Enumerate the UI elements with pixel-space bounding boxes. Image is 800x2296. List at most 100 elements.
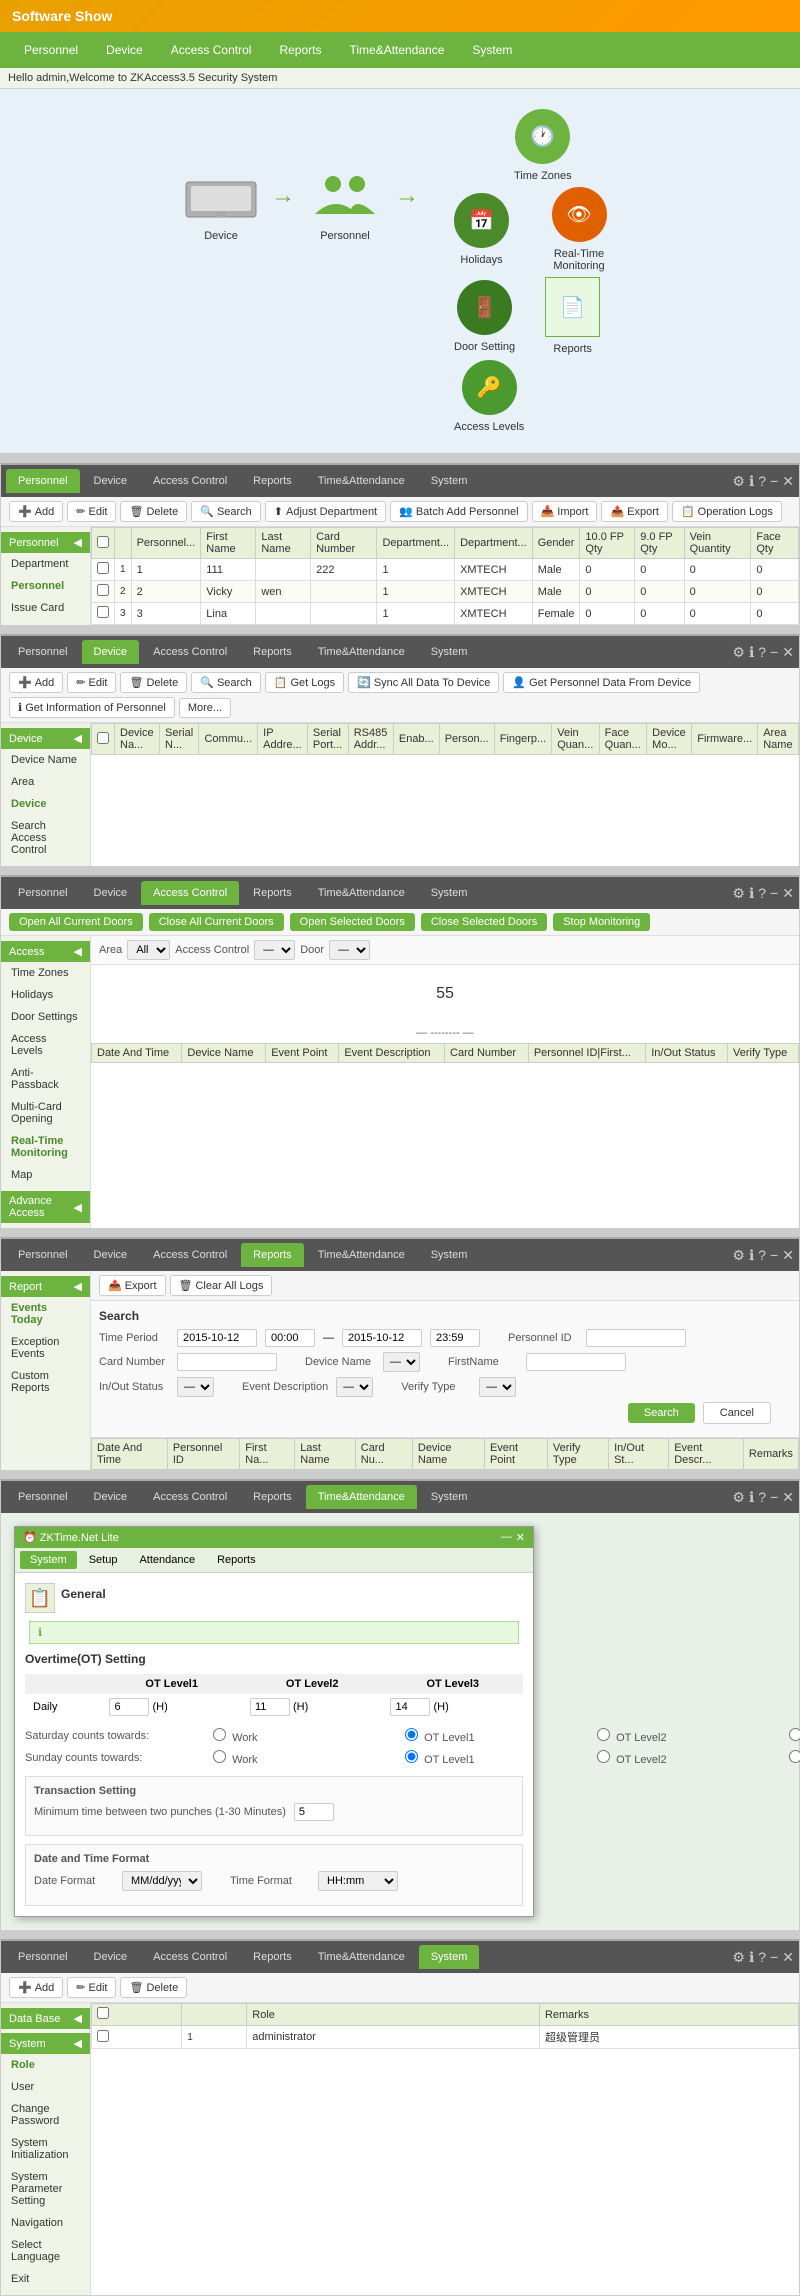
col-lastname-r[interactable]: Last Name <box>295 1439 356 1470</box>
add-btn-d[interactable]: ➕ Add <box>9 672 63 693</box>
sync-all-btn[interactable]: 🔄 Sync All Data To Device <box>348 672 499 693</box>
col-remarks-r[interactable]: Remarks <box>743 1439 798 1470</box>
col-datetime-r[interactable]: Date And Time <box>92 1439 168 1470</box>
ta-tab-setup[interactable]: Setup <box>79 1551 128 1569</box>
ta-tab-attendance[interactable]: Attendance <box>129 1551 205 1569</box>
close-icon-r[interactable]: ✕ <box>782 1247 794 1264</box>
col-enab[interactable]: Enab... <box>393 724 439 755</box>
edit-btn-p[interactable]: ✏ Edit <box>67 501 116 522</box>
expand-icon-d[interactable]: ◀ <box>74 732 82 745</box>
help-icon-p[interactable]: ? <box>758 473 766 490</box>
tab-ta-r[interactable]: Time&Attendance <box>306 1243 417 1267</box>
sidebar-item-door-settings[interactable]: Door Settings <box>1 1006 90 1028</box>
col-lastname[interactable]: Last Name <box>256 528 311 559</box>
time-to-input[interactable] <box>430 1329 480 1347</box>
edit-btn-d[interactable]: ✏ Edit <box>67 672 116 693</box>
tab-ac-ac[interactable]: Access Control <box>141 881 239 905</box>
col-firstname[interactable]: First Name <box>201 528 256 559</box>
open-all-btn[interactable]: Open All Current Doors <box>9 913 143 931</box>
row-cb-p-1[interactable] <box>97 584 109 596</box>
eventdesc-select[interactable]: — <box>336 1377 373 1397</box>
search-btn-p[interactable]: 🔍 Search <box>191 501 261 522</box>
nav-personnel[interactable]: Personnel <box>10 35 92 65</box>
ta-minimize-btn[interactable]: — <box>501 1531 512 1544</box>
get-personnel-btn[interactable]: 👤 Get Personnel Data From Device <box>503 672 700 693</box>
tab-personnel-d[interactable]: Personnel <box>6 640 80 664</box>
row-cb-sys-1[interactable] <box>97 2030 109 2042</box>
col-devmo[interactable]: Device Mo... <box>647 724 692 755</box>
select-all-cb-d[interactable] <box>97 732 109 744</box>
tab-ta-sys[interactable]: Time&Attendance <box>306 1945 417 1969</box>
tab-ta-ta[interactable]: Time&Attendance <box>306 1485 417 1509</box>
expand-database[interactable]: ◀ <box>74 2012 82 2025</box>
tab-ta-p[interactable]: Time&Attendance <box>306 469 417 493</box>
edit-btn-sys[interactable]: ✏ Edit <box>67 1977 116 1998</box>
tab-personnel-r[interactable]: Personnel <box>6 1243 80 1267</box>
col-firstname-r[interactable]: First Na... <box>240 1439 295 1470</box>
sun-ot1-radio[interactable] <box>405 1750 418 1763</box>
get-logs-btn[interactable]: 📋 Get Logs <box>265 672 344 693</box>
col-fingerp[interactable]: Fingerp... <box>494 724 551 755</box>
date-to-input[interactable] <box>342 1329 422 1347</box>
sidebar-item-access-levels[interactable]: Access Levels <box>1 1028 90 1062</box>
sidebar-item-sysparam[interactable]: System Parameter Setting <box>1 2166 90 2212</box>
settings-icon-r[interactable]: ⚙ <box>732 1247 745 1264</box>
minus-icon-ac[interactable]: − <box>770 885 778 902</box>
tab-ta-ac[interactable]: Time&Attendance <box>306 881 417 905</box>
help-icon-sys[interactable]: ? <box>758 1949 766 1966</box>
select-all-cb-sys[interactable] <box>97 2007 109 2019</box>
expand-icon[interactable]: ◀ <box>74 536 82 549</box>
tab-reports-sys[interactable]: Reports <box>241 1945 304 1969</box>
minus-icon-sys[interactable]: − <box>770 1949 778 1966</box>
info-icon-ac[interactable]: ℹ <box>749 885 754 902</box>
minus-icon-ta[interactable]: − <box>770 1489 778 1506</box>
sidebar-item-search-ac[interactable]: Search Access Control <box>1 815 90 861</box>
close-icon-p[interactable]: ✕ <box>782 473 794 490</box>
verifytype-select[interactable]: — <box>479 1377 516 1397</box>
col-eventdesc[interactable]: Event Description <box>339 1044 445 1063</box>
close-icon-ta[interactable]: ✕ <box>782 1489 794 1506</box>
tab-device-d[interactable]: Device <box>82 640 140 664</box>
tab-device-ta[interactable]: Device <box>82 1485 140 1509</box>
sidebar-item-sysinit[interactable]: System Initialization <box>1 2132 90 2166</box>
add-btn-sys[interactable]: ➕ Add <box>9 1977 63 1998</box>
search-btn-r[interactable]: Search <box>628 1403 695 1423</box>
firstname-input[interactable] <box>526 1353 626 1371</box>
col-personnelid-r[interactable]: Personnel ID <box>167 1439 239 1470</box>
col-faceq[interactable]: Face Quan... <box>599 724 647 755</box>
search-btn-d[interactable]: 🔍 Search <box>191 672 261 693</box>
ot2-daily-input[interactable] <box>250 1698 290 1716</box>
date-from-input[interactable] <box>177 1329 257 1347</box>
col-ipaddr[interactable]: IP Addre... <box>258 724 308 755</box>
select-all-cb-p[interactable] <box>97 536 109 548</box>
col-serial[interactable]: Serial N... <box>160 724 199 755</box>
ta-tab-system[interactable]: System <box>20 1551 77 1569</box>
inout-select[interactable]: — <box>177 1377 214 1397</box>
tab-system-r[interactable]: System <box>419 1243 480 1267</box>
col-serialport[interactable]: Serial Port... <box>307 724 348 755</box>
ta-tab-reports[interactable]: Reports <box>207 1551 266 1569</box>
settings-icon-d[interactable]: ⚙ <box>732 644 745 661</box>
tab-ac-r[interactable]: Access Control <box>141 1243 239 1267</box>
sidebar-item-personnel[interactable]: Personnel <box>1 575 90 597</box>
close-icon-ac[interactable]: ✕ <box>782 885 794 902</box>
tab-reports-r[interactable]: Reports <box>241 1243 304 1267</box>
minus-icon-r[interactable]: − <box>770 1247 778 1264</box>
sidebar-item-custom[interactable]: Custom Reports <box>1 1365 90 1399</box>
col-remarks-sys[interactable]: Remarks <box>539 2004 798 2026</box>
col-cardnum[interactable]: Card Number <box>311 528 377 559</box>
settings-icon-ac[interactable]: ⚙ <box>732 885 745 902</box>
col-vein[interactable]: Vein Quantity <box>684 528 751 559</box>
settings-icon-sys[interactable]: ⚙ <box>732 1949 745 1966</box>
sat-work-radio[interactable] <box>213 1728 226 1741</box>
sidebar-item-devname[interactable]: Device Name <box>1 749 90 771</box>
tab-system-sys[interactable]: System <box>419 1945 480 1969</box>
sidebar-item-realtime[interactable]: Real-Time Monitoring <box>1 1130 90 1164</box>
col-devname-ac[interactable]: Device Name <box>182 1044 266 1063</box>
tab-reports-ta[interactable]: Reports <box>241 1485 304 1509</box>
tab-ta-d[interactable]: Time&Attendance <box>306 640 417 664</box>
col-cardnum-ac[interactable]: Card Number <box>445 1044 529 1063</box>
col-commu[interactable]: Commu... <box>199 724 258 755</box>
col-person[interactable]: Person... <box>439 724 494 755</box>
close-icon-d[interactable]: ✕ <box>782 644 794 661</box>
